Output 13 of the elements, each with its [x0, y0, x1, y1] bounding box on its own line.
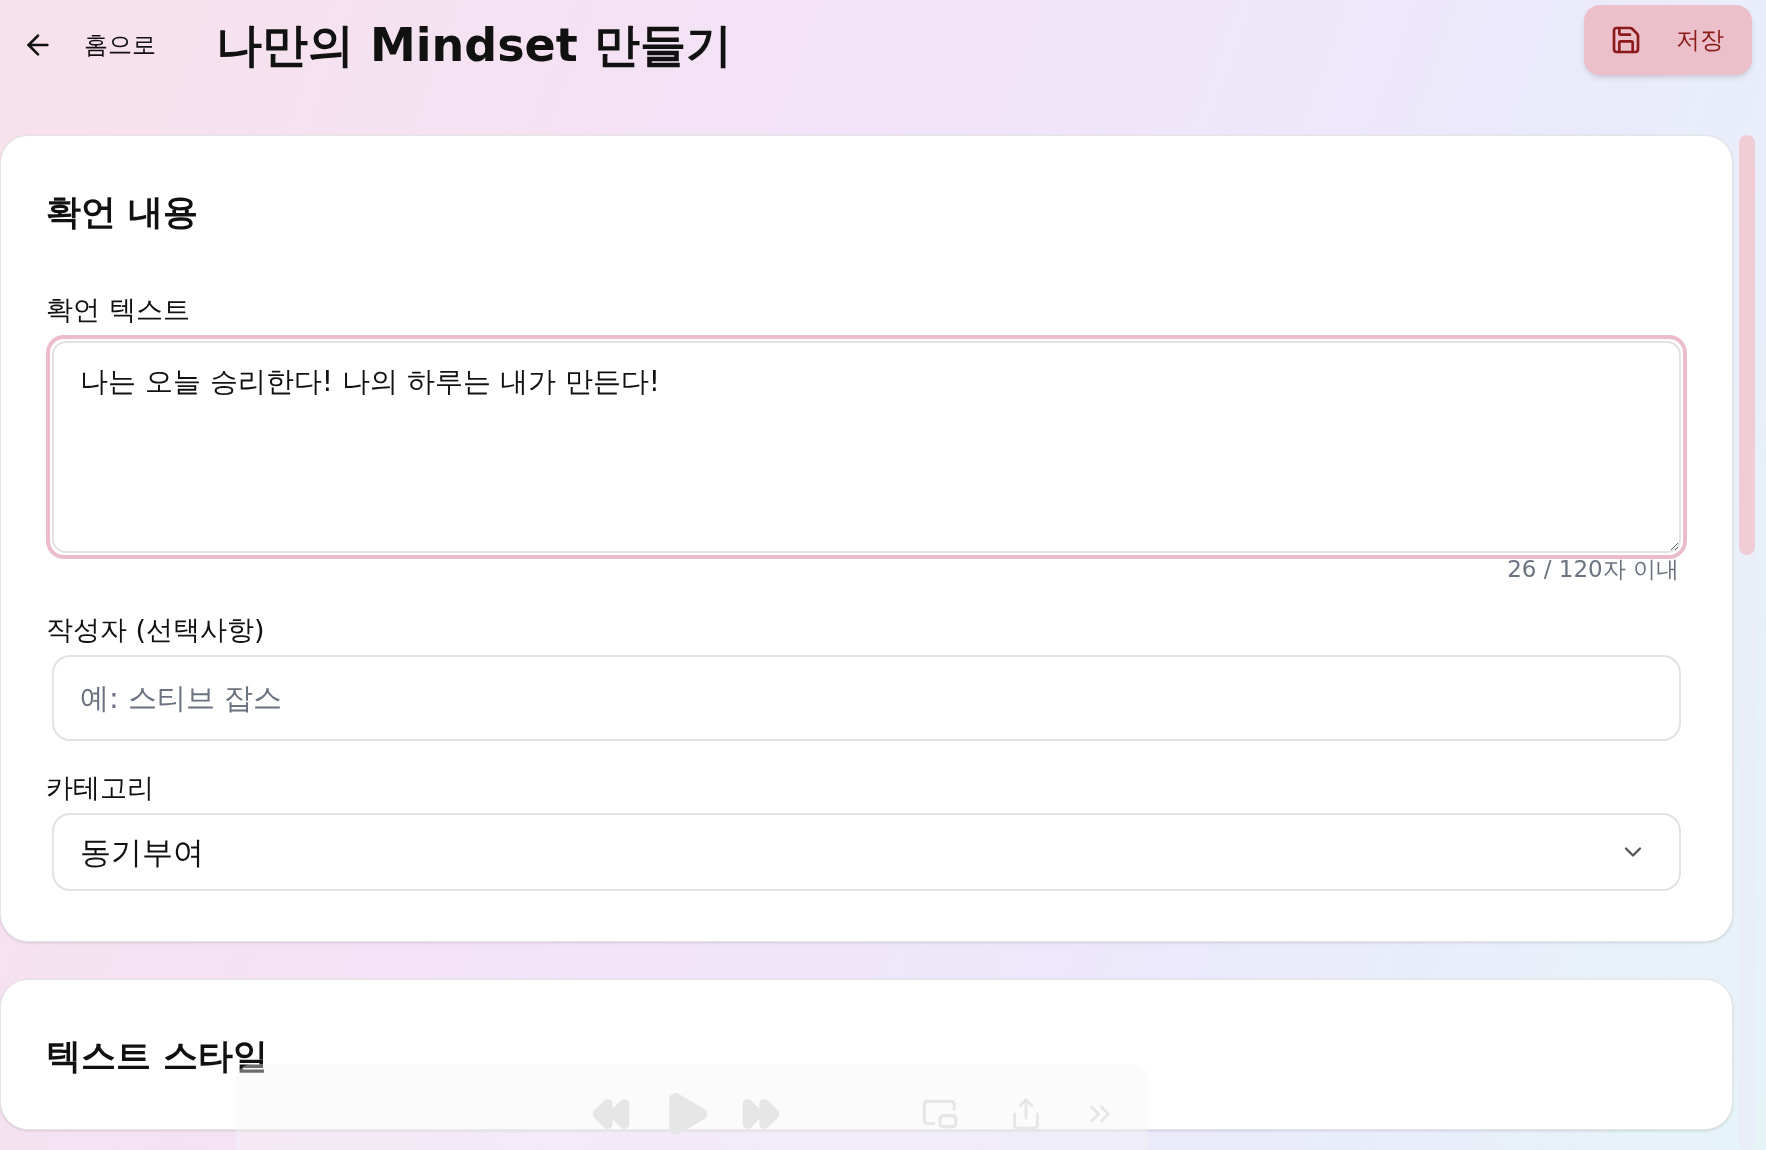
field-label: 작성자 (선택사항) [46, 613, 266, 647]
field-label: 확언 텍스트 [46, 292, 191, 327]
save-button[interactable]: 저장 [1584, 5, 1752, 75]
author-input[interactable]: 예: 스티브 잡스 [52, 655, 1681, 741]
save-icon [1610, 24, 1642, 56]
scrollbar[interactable] [1739, 135, 1755, 1150]
section-heading: 텍스트 스타일 [46, 1034, 270, 1078]
field-label: 카테고리 [46, 771, 155, 805]
text-area[interactable]: 나는 오늘 승리한다! 나의 하루는 내가 만든다! [46, 334, 1687, 559]
page-title: 나만의 Mindset 만들기 [216, 16, 732, 74]
category-select[interactable]: 동기부여 [52, 812, 1681, 891]
back-button[interactable]: 홈으로 [20, 27, 158, 63]
section-heading: 확언 내용 [46, 191, 200, 234]
